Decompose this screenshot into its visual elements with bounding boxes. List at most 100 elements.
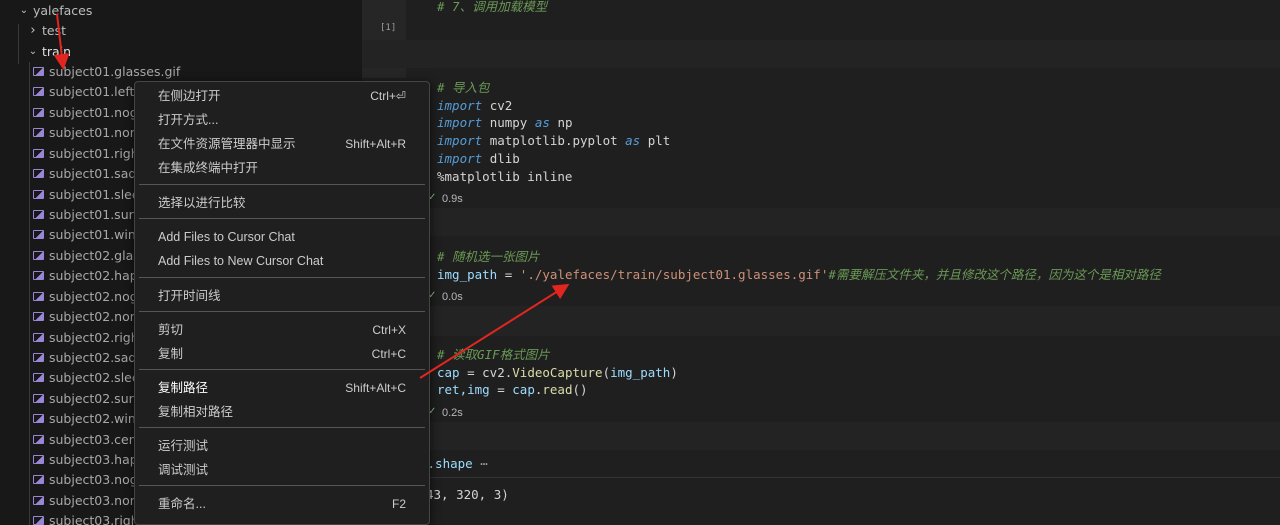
menu-item[interactable]: 运行测试 (139, 434, 425, 458)
module-alias: plt (647, 133, 671, 149)
module-name: dlib (489, 150, 520, 166)
code-cell[interactable]: [1] # 7、调用加载模型 (362, 0, 1280, 78)
keyword-import: import (437, 150, 483, 166)
menu-item-label: 调试测试 (158, 463, 209, 477)
module-name: numpy (489, 115, 528, 131)
menu-item[interactable]: 剪切 Ctrl+X (139, 318, 425, 342)
menu-separator (139, 277, 425, 278)
folder-label: yalefaces (33, 3, 93, 18)
menu-item[interactable]: 打开方式... (139, 108, 425, 132)
menu-item-label: 打开时间线 (158, 289, 221, 303)
code-comment: # 随机选一张图片 (437, 249, 540, 264)
menu-item[interactable]: 在文件资源管理器中显示 Shift+Alt+R (139, 132, 425, 156)
keyword-import: import (437, 133, 483, 149)
menu-item[interactable]: 选择以进行比较 (139, 191, 425, 215)
file-label: subject02.surpr (49, 390, 147, 406)
cell-timing: ✓ 0.2s (428, 406, 463, 419)
image-file-icon (33, 107, 44, 117)
function-name: read (542, 382, 573, 398)
image-file-icon (33, 230, 44, 240)
chevron-right-icon: › (30, 23, 36, 38)
file-label: subject03.rightl (49, 513, 148, 525)
path-string: './yalefaces/train/subject01.glasses.gif… (519, 266, 829, 282)
code-comment: #需要解压文件夹，并且修改这个路径，因为这个是相对路径 (828, 266, 1161, 282)
image-file-icon (33, 250, 44, 260)
code-comment: # 7、调用加载模型 (437, 0, 548, 14)
menu-separator (139, 218, 425, 219)
menu-item[interactable]: 复制相对路径 (139, 400, 425, 424)
folder-train[interactable]: ⌄ train (0, 42, 362, 62)
menu-item[interactable]: Add Files to New Cursor Chat (139, 249, 425, 273)
magic-command: %matplotlib inline (437, 168, 573, 184)
code-cell-read-gif[interactable]: # 读取GIF格式图片 cap = cv2.VideoCapture(img_p… (437, 346, 678, 399)
image-file-icon (33, 209, 44, 219)
menu-item[interactable]: Add Files to Cursor Chat (139, 225, 425, 249)
code-cell-img-path[interactable]: # 随机选一张图片 img_path = './yalefaces/train/… (437, 248, 1161, 283)
menu-item-label: 复制 (158, 347, 184, 361)
menu-item[interactable]: 调试测试 (139, 458, 425, 482)
image-file-icon (33, 128, 44, 138)
menu-item[interactable]: 重命名... F2 (139, 492, 425, 516)
module-alias: np (557, 115, 573, 131)
image-file-icon (33, 291, 44, 301)
file-item[interactable]: subject01.glasses.gif (0, 62, 362, 82)
keyword-import: import (437, 97, 483, 113)
folder-test[interactable]: › test (0, 21, 362, 41)
menu-item-label: 运行测试 (158, 439, 209, 453)
function-name: VideoCapture (512, 364, 603, 380)
operator: = (497, 266, 520, 282)
file-label: subject02.norm (49, 309, 147, 324)
file-label: subject01.surpr (49, 206, 147, 222)
module-name: cv2 (489, 97, 513, 113)
menu-item[interactable]: 复制路径 Shift+Alt+C (139, 376, 425, 400)
menu-item-label: 在集成终端中打开 (158, 161, 259, 175)
keyword-as: as (625, 133, 641, 149)
code-text: = cv2. (459, 364, 513, 380)
menu-separator (139, 311, 425, 312)
file-label: subject03.norm (49, 492, 147, 508)
menu-item-label: 在文件资源管理器中显示 (158, 137, 296, 151)
file-label: subject02.rightl (49, 329, 148, 345)
folder-label: test (42, 23, 67, 38)
file-label: subject01.norm (49, 125, 147, 141)
menu-item-label: Add Files to New Cursor Chat (158, 254, 324, 268)
output-text: 43, 320, 3) (426, 487, 509, 502)
keyword-import: import (437, 115, 483, 131)
image-file-icon (33, 393, 44, 403)
file-label: subject02.happ (49, 268, 146, 284)
menu-item-shortcut: Shift+Alt+C (345, 381, 406, 395)
menu-item-label: 打开方式... (158, 113, 219, 127)
output-divider (362, 477, 1280, 478)
menu-item-shortcut: Ctrl+C (371, 347, 406, 361)
menu-item[interactable]: 打开时间线 (139, 284, 425, 308)
cell-gap (362, 40, 1280, 68)
menu-item-shortcut: Shift+Alt+R (345, 137, 406, 151)
code-cell-shape[interactable]: g.shape ⋯ (420, 455, 488, 473)
file-label: subject01.sleep (49, 186, 148, 202)
image-file-icon (33, 434, 44, 444)
cell-timing: ✓ 0.0s (428, 290, 463, 303)
more-icon[interactable]: ⋯ (480, 456, 488, 471)
cell-gap (362, 422, 1280, 450)
module-name: matplotlib.pyplot (489, 133, 618, 149)
file-label: subject01.wink. (49, 227, 148, 243)
folder-label: train (42, 44, 72, 59)
image-file-icon (33, 332, 44, 342)
code-cell-imports[interactable]: # 导入包 import cv2 import numpy as np impo… (437, 79, 670, 185)
chevron-down-icon: ⌄ (28, 46, 38, 57)
menu-item[interactable]: 在侧边打开 Ctrl+⏎ (139, 84, 425, 108)
menu-item[interactable]: 在集成终端中打开 (139, 156, 425, 180)
cell-timing: ✓ 0.9s (428, 192, 463, 205)
menu-separator (139, 427, 425, 428)
folder-yalefaces[interactable]: ⌄ yalefaces (0, 1, 362, 21)
operator: = (489, 382, 513, 398)
menu-item-shortcut: F2 (391, 497, 406, 511)
image-file-icon (33, 169, 44, 179)
variable-name: cap (437, 364, 460, 380)
image-file-icon (33, 189, 44, 199)
file-label: subject02.wink. (49, 411, 148, 427)
notebook-editor: [1] # 7、调用加载模型 # 导入包 import cv2 import n… (362, 0, 1280, 525)
file-label: subject02.glass (49, 247, 147, 263)
menu-item[interactable]: 复制 Ctrl+C (139, 342, 425, 366)
image-file-icon (33, 312, 44, 321)
